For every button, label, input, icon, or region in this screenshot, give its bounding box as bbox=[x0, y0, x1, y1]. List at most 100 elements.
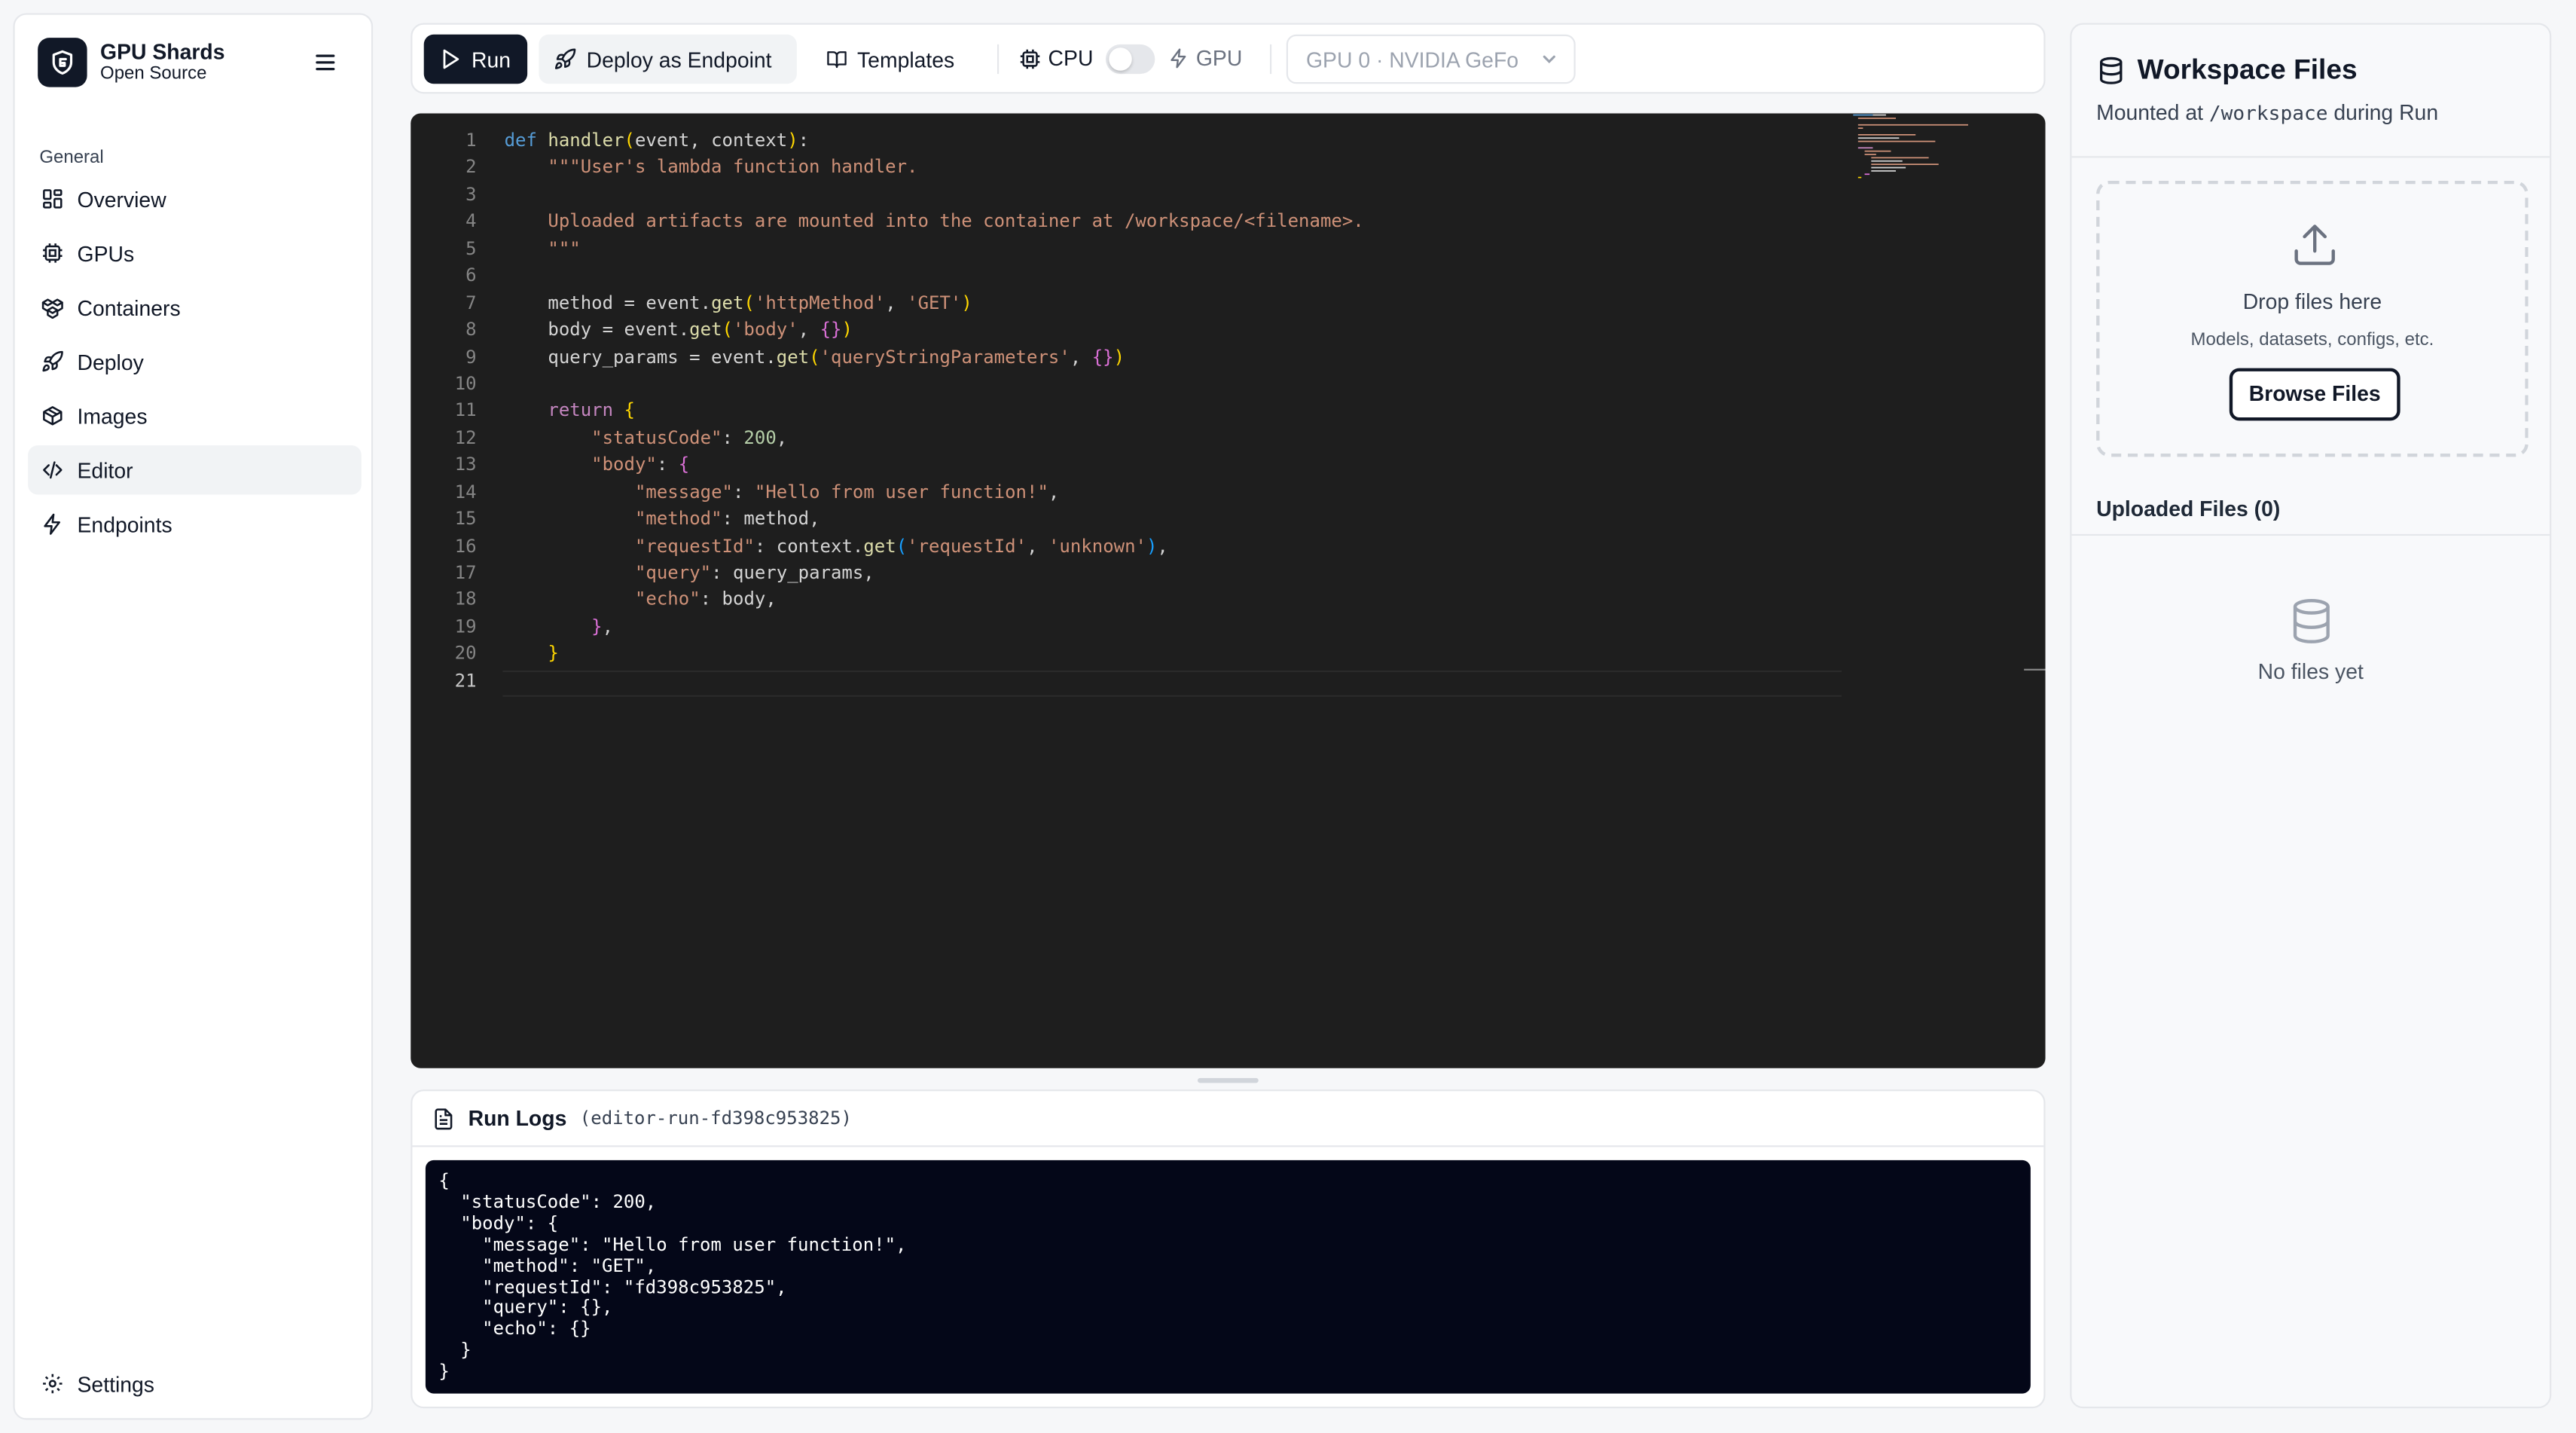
deploy-button-label: Deploy as Endpoint bbox=[586, 47, 772, 72]
line-number: 10 bbox=[454, 372, 477, 395]
chevron-down-icon bbox=[1543, 55, 1555, 63]
sidebar-item-images[interactable]: Images bbox=[28, 391, 362, 440]
sidebar-item-label: Deploy bbox=[77, 349, 144, 374]
code-editor[interactable]: 1 2 3 4 5 6 7 8 9 10 11 12 13 14 15 16 17 18 19 20 21 def ha… bbox=[411, 113, 2046, 1068]
line-number: 20 bbox=[454, 643, 477, 665]
sidebar-item-label: Editor bbox=[77, 457, 133, 483]
toolbar-divider bbox=[997, 44, 1000, 75]
sidebar-item-label: Endpoints bbox=[77, 512, 172, 537]
sidebar: GPU Shards Open Source General Overview … bbox=[13, 13, 374, 1420]
code-line[interactable] bbox=[505, 668, 1364, 695]
code-content[interactable]: def handler(event, context): """User's l… bbox=[505, 128, 1364, 695]
sidebar-nav: Overview GPUs Containers Deploy Images E… bbox=[28, 174, 362, 554]
divider bbox=[412, 1145, 2044, 1147]
run-button[interactable]: Run bbox=[423, 34, 528, 84]
run-id: (editor-run-fd398c953825) bbox=[579, 1108, 852, 1129]
device-select-value: GPU 0 · NVIDIA GeFo bbox=[1305, 47, 1519, 72]
run-logs-panel: Run Logs (editor-run-fd398c953825) { "st… bbox=[411, 1089, 2046, 1409]
code-line[interactable] bbox=[505, 182, 1364, 209]
brand-subtitle: Open Source bbox=[100, 64, 207, 84]
line-number: 7 bbox=[465, 292, 477, 313]
browse-files-button[interactable]: Browse Files bbox=[2229, 368, 2401, 421]
cpu-gpu-toggle[interactable] bbox=[1105, 44, 1155, 75]
uploaded-files-heading: Uploaded Files (0) bbox=[2096, 496, 2281, 521]
code-line[interactable]: method = event.get('httpMethod', 'GET') bbox=[505, 290, 1364, 317]
toggle-knob bbox=[1109, 47, 1132, 71]
gpu-label: GPU bbox=[1168, 46, 1242, 71]
code-line[interactable]: return { bbox=[505, 399, 1364, 426]
code-line[interactable]: } bbox=[505, 641, 1364, 668]
run-logs-output: { "statusCode": 200, "body": { "message"… bbox=[425, 1160, 2031, 1394]
nav-section-label: General bbox=[39, 148, 104, 168]
dropzone-hint: Models, datasets, configs, etc. bbox=[2190, 330, 2434, 350]
run-button-label: Run bbox=[471, 47, 511, 72]
sidebar-item-deploy[interactable]: Deploy bbox=[28, 337, 362, 386]
code-line[interactable]: "message": "Hello from user function!", bbox=[505, 479, 1364, 506]
cpu-label-text: CPU bbox=[1048, 46, 1094, 71]
line-number: 17 bbox=[454, 561, 477, 584]
sidebar-item-editor[interactable]: Editor bbox=[28, 445, 362, 495]
empty-state-text: No files yet bbox=[2257, 658, 2364, 684]
line-number: 9 bbox=[465, 346, 477, 368]
code-line[interactable] bbox=[505, 371, 1364, 399]
deploy-endpoint-button[interactable]: Deploy as Endpoint bbox=[539, 34, 797, 84]
line-number: 11 bbox=[454, 399, 477, 422]
line-number-gutter: 1 2 3 4 5 6 7 8 9 10 11 12 13 14 15 16 17 18 19 20 21 bbox=[411, 128, 477, 695]
sidebar-item-containers[interactable]: Containers bbox=[28, 283, 362, 332]
sidebar-item-settings[interactable]: Settings bbox=[28, 1359, 362, 1408]
code-line[interactable]: "query": query_params, bbox=[505, 561, 1364, 588]
sidebar-item-label: Images bbox=[77, 403, 148, 429]
line-number: 8 bbox=[465, 319, 477, 341]
zap-icon bbox=[44, 513, 60, 535]
line-number: 13 bbox=[454, 454, 477, 475]
brand-title: GPU Shards bbox=[100, 39, 225, 65]
line-number: 12 bbox=[454, 426, 477, 449]
rocket-icon bbox=[554, 48, 576, 69]
code-line[interactable]: """User's lambda function handler. bbox=[505, 155, 1364, 182]
code-line[interactable]: body = event.get('body', {}) bbox=[505, 317, 1364, 344]
menu-toggle-icon[interactable] bbox=[314, 51, 337, 75]
file-dropzone[interactable]: Drop files here Models, datasets, config… bbox=[2096, 180, 2529, 457]
code-line[interactable]: """ bbox=[505, 237, 1364, 264]
logo-icon bbox=[38, 38, 87, 87]
code-line[interactable]: "body": { bbox=[505, 452, 1364, 479]
panel-title-text: Workspace Files bbox=[2137, 53, 2358, 86]
file-text-icon bbox=[435, 1108, 453, 1129]
dropzone-title: Drop files here bbox=[2242, 289, 2382, 314]
code-line[interactable]: "statusCode": 200, bbox=[505, 426, 1364, 453]
editor-minimap[interactable] bbox=[1850, 113, 1981, 195]
panel-subtitle: Mounted at /workspace during Run bbox=[2096, 100, 2438, 125]
resize-handle[interactable] bbox=[1198, 1077, 1259, 1083]
sidebar-item-endpoints[interactable]: Endpoints bbox=[28, 500, 362, 548]
settings-area: Settings bbox=[28, 1359, 362, 1413]
code-line[interactable]: "echo": body, bbox=[505, 588, 1364, 615]
line-number: 18 bbox=[454, 588, 477, 611]
code-line[interactable]: Uploaded artifacts are mounted into the … bbox=[505, 209, 1363, 237]
code-line[interactable] bbox=[505, 263, 1364, 290]
grid-icon bbox=[43, 189, 63, 209]
code-line[interactable]: "method": method, bbox=[505, 506, 1364, 533]
database-icon bbox=[2100, 57, 2123, 84]
templates-button[interactable]: Templates bbox=[811, 35, 969, 84]
brand[interactable]: GPU Shards Open Source bbox=[38, 38, 225, 87]
line-number: 1 bbox=[465, 130, 477, 151]
code-line[interactable]: "requestId": context.get('requestId', 'u… bbox=[505, 533, 1364, 561]
database-icon bbox=[2293, 599, 2330, 643]
line-number: 16 bbox=[454, 535, 477, 557]
code-icon bbox=[43, 461, 63, 479]
device-select[interactable]: GPU 0 · NVIDIA GeFo bbox=[1286, 34, 1576, 84]
code-line[interactable]: query_params = event.get('queryStringPar… bbox=[505, 344, 1364, 371]
package-icon bbox=[43, 406, 63, 426]
sidebar-item-label: GPUs bbox=[77, 240, 135, 266]
app-root: GPU Shards Open Source General Overview … bbox=[0, 0, 2576, 1433]
sidebar-item-overview[interactable]: Overview bbox=[28, 174, 362, 223]
subtitle-prefix: Mounted at bbox=[2096, 100, 2203, 125]
chip-icon bbox=[1020, 48, 1040, 69]
toolbar-divider bbox=[1270, 44, 1272, 75]
boxes-icon bbox=[41, 298, 63, 319]
line-number: 15 bbox=[454, 508, 477, 530]
cpu-label: CPU bbox=[1018, 46, 1093, 71]
sidebar-item-gpus[interactable]: GPUs bbox=[28, 228, 362, 277]
code-line[interactable]: def handler(event, context): bbox=[505, 128, 1364, 155]
code-line[interactable]: }, bbox=[505, 614, 1364, 641]
